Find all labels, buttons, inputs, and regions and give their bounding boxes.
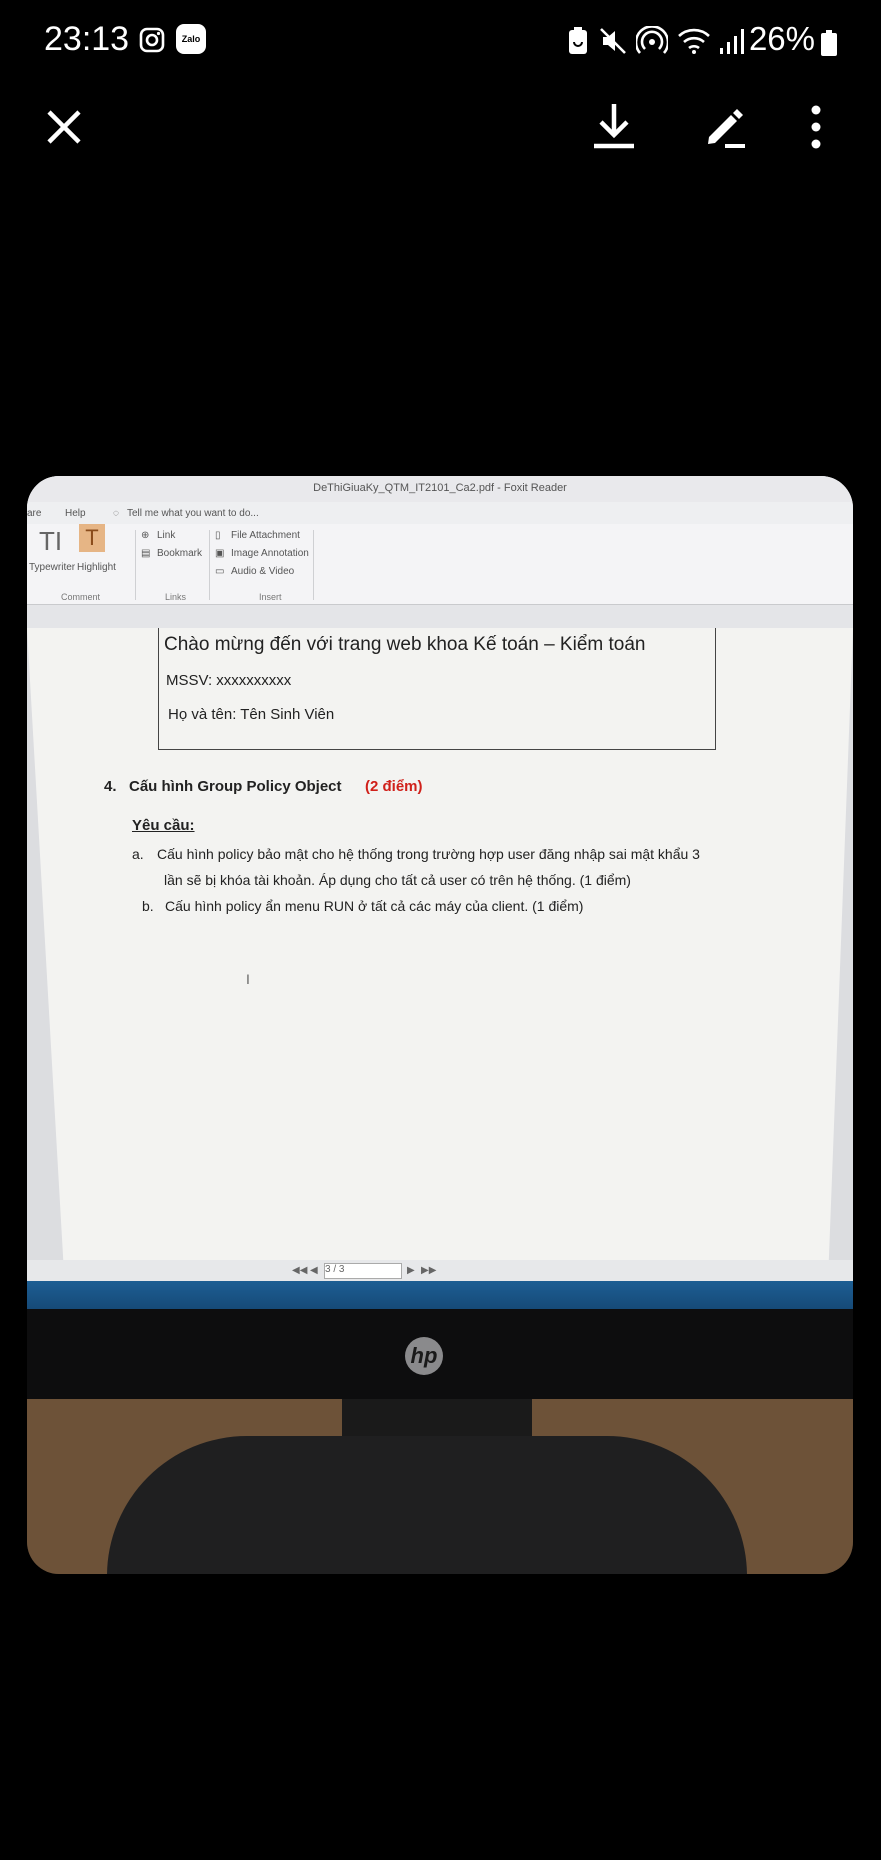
first-page-icon: ◀◀ <box>292 1265 308 1276</box>
name-text: Họ và tên: Tên Sinh Viên <box>168 706 335 723</box>
image-annotation-label: Image Annotation <box>231 548 309 559</box>
viewer-action-bar <box>0 95 881 175</box>
requirement-heading: Yêu cầu: <box>132 817 195 834</box>
battery-saver-icon <box>567 26 589 61</box>
next-page-icon: ▶ <box>407 1265 415 1276</box>
question-points: (2 điểm) <box>365 778 423 795</box>
typewriter-label: Typewriter <box>29 562 76 573</box>
mute-icon <box>598 26 628 61</box>
audio-video-label: Audio & Video <box>231 566 295 577</box>
bookmark-label: Bookmark <box>157 548 203 559</box>
window-titlebar: DeThiGiuaKy_QTM_IT2101_Ca2.pdf - Foxit R… <box>27 476 853 502</box>
window-title: DeThiGiuaKy_QTM_IT2101_Ca2.pdf - Foxit R… <box>313 482 567 494</box>
wifi-icon <box>677 26 711 61</box>
welcome-text: Chào mừng đến với trang web khoa Kế toán… <box>164 634 646 655</box>
menu-share: are <box>27 508 42 519</box>
mssv-text: MSSV: xxxxxxxxxx <box>166 672 292 689</box>
tell-me-search: Tell me what you want to do... <box>127 508 259 519</box>
prev-page-icon: ◀ <box>310 1265 318 1276</box>
item-a-line2: lần sẽ bị khóa tài khoản. Áp dụng cho tấ… <box>164 872 631 888</box>
typewriter-icon: TI <box>39 526 63 556</box>
lightbulb-icon: ◌ <box>113 508 119 519</box>
item-b-label: b. <box>142 898 154 914</box>
link-icon: ⊕ <box>141 530 150 541</box>
edit-icon[interactable] <box>693 95 757 159</box>
item-b-line: Cấu hình policy ẩn menu RUN ở tất cả các… <box>165 898 584 914</box>
ribbon-toolstrip <box>27 605 853 629</box>
monitor-screen: DeThiGiuaKy_QTM_IT2101_Ca2.pdf - Foxit R… <box>27 476 853 1311</box>
instagram-icon <box>138 26 166 59</box>
hotspot-icon <box>634 25 670 61</box>
chair <box>107 1436 747 1574</box>
pdf-page: Chào mừng đến với trang web khoa Kế toán… <box>27 628 853 1276</box>
item-a-label: a. <box>132 846 144 862</box>
question-number: 4. <box>104 778 117 795</box>
group-comment: Comment <box>61 592 101 602</box>
status-bar: 23:13 Zalo 26% <box>0 0 881 84</box>
image-annotation-icon: ▣ <box>215 548 225 559</box>
menu-bar: are Help ◌ Tell me what you want to do..… <box>27 502 853 524</box>
file-attachment-label: File Attachment <box>231 530 300 541</box>
status-time: 23:13 <box>44 20 130 58</box>
hp-logo: hp <box>405 1337 443 1375</box>
ribbon: TI Typewriter T Highlight ⊕ Link ▤ Bookm… <box>27 524 853 605</box>
group-links: Links <box>165 592 187 602</box>
text-cursor-icon: I <box>246 971 250 987</box>
last-page-icon: ▶▶ <box>421 1265 437 1276</box>
download-icon[interactable] <box>582 95 646 159</box>
file-attachment-icon: ▯ <box>215 530 221 541</box>
monitor-bezel: hp <box>27 1309 853 1399</box>
menu-help: Help <box>65 508 86 519</box>
signal-icon <box>718 26 746 61</box>
highlight-icon: T <box>79 524 105 552</box>
bookmark-icon: ▤ <box>141 548 151 559</box>
close-icon[interactable] <box>32 95 96 159</box>
windows-taskbar <box>27 1281 853 1309</box>
photo-image: DeThiGiuaKy_QTM_IT2101_Ca2.pdf - Foxit R… <box>27 476 853 1574</box>
audio-video-icon: ▭ <box>215 566 225 577</box>
battery-percent: 26% <box>748 20 815 57</box>
battery-icon <box>821 30 837 61</box>
zalo-icon: Zalo <box>176 24 206 54</box>
more-vert-icon[interactable] <box>784 95 848 159</box>
page-number-field: 3 / 3 <box>324 1263 402 1279</box>
question-title: Cấu hình Group Policy Object <box>129 778 342 795</box>
highlight-label: Highlight <box>77 562 116 573</box>
item-a-line1: Cấu hình policy bảo mật cho hệ thống tro… <box>157 846 700 862</box>
group-insert: Insert <box>259 592 282 602</box>
link-label: Link <box>157 530 176 541</box>
